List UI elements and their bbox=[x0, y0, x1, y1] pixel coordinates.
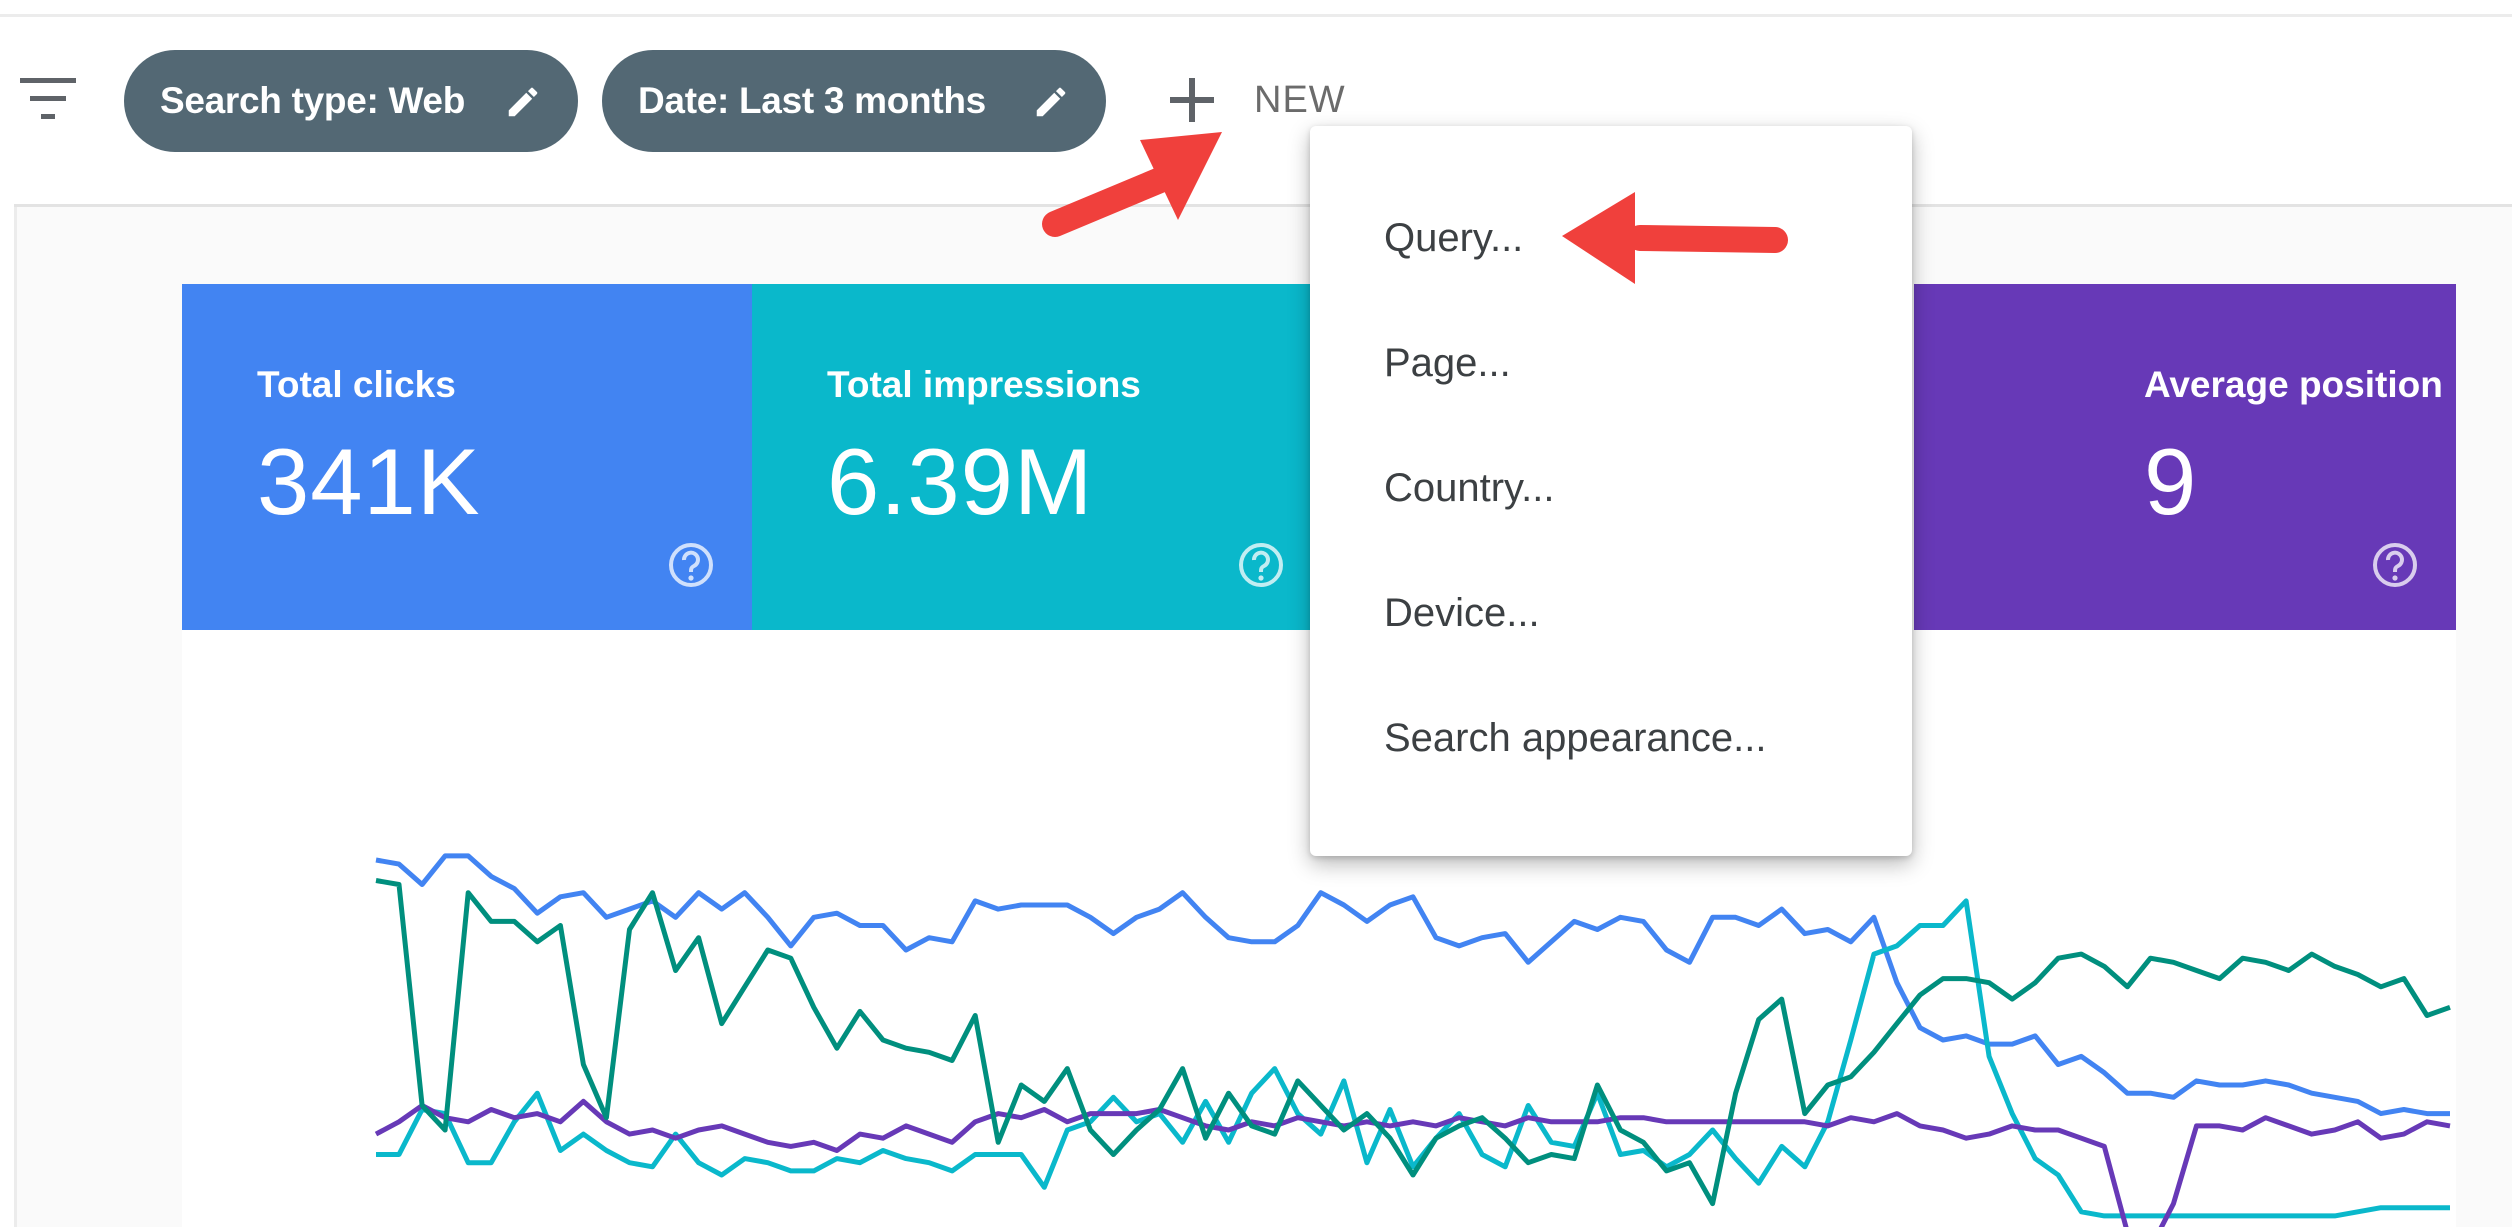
total-clicks-card[interactable]: Total clicks 341K bbox=[182, 284, 752, 630]
search-type-filter-chip[interactable]: Search type: Web bbox=[124, 50, 578, 152]
top-divider bbox=[0, 14, 2512, 17]
metric-label: Total impressions bbox=[827, 364, 1141, 405]
pencil-icon[interactable] bbox=[1032, 83, 1070, 121]
metric-value: 6.39M bbox=[827, 429, 1094, 534]
menu-item-search-appearance[interactable]: Search appearance... bbox=[1384, 698, 1766, 778]
help-circle-icon[interactable] bbox=[2370, 540, 2420, 590]
pencil-icon[interactable] bbox=[504, 83, 542, 121]
help-circle-icon[interactable] bbox=[666, 540, 716, 590]
chart-series-line-4 bbox=[375, 878, 2451, 1207]
menu-item-query[interactable]: Query... bbox=[1384, 198, 1523, 278]
new-filter-dropdown: Query... Page... Country... Device... Se… bbox=[1310, 126, 1912, 856]
total-impressions-card[interactable]: Total impressions 6.39M bbox=[752, 284, 1322, 630]
help-circle-icon[interactable] bbox=[1236, 540, 1286, 590]
date-chip-label: Date: Last 3 months bbox=[638, 80, 986, 121]
menu-item-device[interactable]: Device... bbox=[1384, 573, 1540, 653]
date-filter-chip[interactable]: Date: Last 3 months bbox=[602, 50, 1106, 152]
toolbar-divider bbox=[14, 204, 2512, 207]
menu-item-page[interactable]: Page... bbox=[1384, 323, 1511, 403]
search-type-chip-label: Search type: Web bbox=[160, 80, 466, 121]
chart-series-line-1 bbox=[375, 853, 2450, 1117]
left-divider bbox=[14, 207, 17, 1227]
metric-value: 9 bbox=[2144, 429, 2198, 534]
filter-icon[interactable] bbox=[18, 76, 82, 124]
chart-series-line-2 bbox=[376, 898, 2450, 1219]
plus-icon bbox=[1170, 78, 1214, 122]
metric-label: Total clicks bbox=[257, 364, 456, 405]
new-filter-label: NEW bbox=[1254, 78, 1346, 121]
average-position-card[interactable]: Average position 9 bbox=[1914, 284, 2456, 630]
metric-value: 341K bbox=[257, 429, 481, 534]
metric-label: Average position bbox=[2144, 364, 2443, 405]
new-filter-button[interactable]: NEW bbox=[1164, 68, 1346, 132]
menu-item-country[interactable]: Country... bbox=[1384, 448, 1554, 528]
